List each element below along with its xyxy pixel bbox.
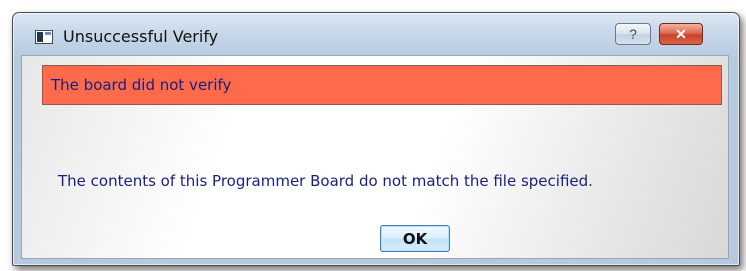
help-button[interactable]: ? (615, 23, 651, 45)
close-button[interactable]: ✕ (659, 23, 703, 45)
title-bar[interactable]: Unsuccessful Verify ? ✕ (13, 13, 739, 55)
app-window-icon (35, 30, 53, 44)
dialog-window: Unsuccessful Verify ? ✕ The board did no… (12, 12, 740, 266)
message-text: The contents of this Programmer Board do… (58, 172, 593, 190)
window-title: Unsuccessful Verify (63, 27, 219, 46)
ok-button[interactable]: OK (380, 225, 450, 252)
dialog-body: The board did not verify The contents of… (21, 55, 729, 259)
error-banner: The board did not verify (42, 65, 722, 105)
error-banner-text: The board did not verify (51, 76, 232, 94)
